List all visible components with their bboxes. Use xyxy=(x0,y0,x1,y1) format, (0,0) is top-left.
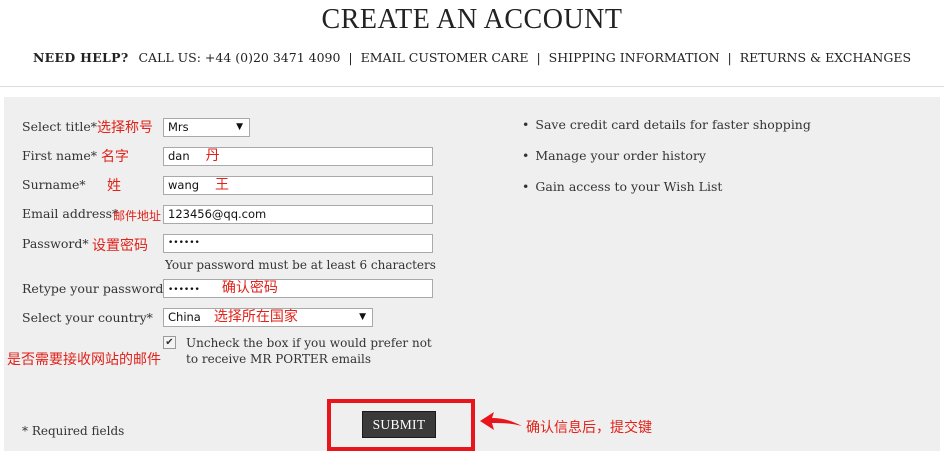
surname-inline-annotation: 王 xyxy=(215,177,230,193)
newsletter-annotation: 是否需要接收网站的邮件 xyxy=(7,352,161,368)
list-item: • Save credit card details for faster sho… xyxy=(522,117,811,132)
surname-input[interactable]: wang 王 xyxy=(163,176,433,195)
chevron-down-icon: ▼ xyxy=(236,122,243,132)
email-customer-care-link[interactable]: EMAIL CUSTOMER CARE xyxy=(361,50,529,65)
benefit-text: Save credit card details for faster shop… xyxy=(535,117,811,132)
chevron-down-icon: ▼ xyxy=(359,312,366,322)
list-item: • Manage your order history xyxy=(522,148,706,163)
separator: | xyxy=(727,50,732,65)
separator: | xyxy=(536,50,541,65)
list-item: • Gain access to your Wish List xyxy=(522,179,722,194)
email-input[interactable]: 123456@qq.com xyxy=(163,205,433,224)
submit-button[interactable]: SUBMIT xyxy=(362,411,436,438)
surname-value: wang xyxy=(168,178,200,192)
country-select[interactable]: China 选择所在国家 ▼ xyxy=(163,308,373,327)
required-fields-note: * Required fields xyxy=(22,424,125,438)
country-select-value: China xyxy=(168,310,201,324)
submit-annotation: 确认信息后，提交键 xyxy=(526,420,652,436)
retype-password-input[interactable]: •••••• 确认密码 xyxy=(163,279,433,298)
title-label: Select title* xyxy=(22,119,98,134)
arrow-left-icon xyxy=(480,412,522,430)
page-title: CREATE AN ACCOUNT xyxy=(321,4,623,35)
password-label: Password* xyxy=(22,236,89,251)
retype-inline-annotation: 确认密码 xyxy=(221,280,278,296)
retype-password-label: Retype your password* xyxy=(22,281,170,296)
surname-annotation: 姓 xyxy=(107,178,121,194)
returns-exchanges-link[interactable]: RETURNS & EXCHANGES xyxy=(740,50,911,65)
country-label: Select your country* xyxy=(22,310,153,325)
title-select[interactable]: Mrs ▼ xyxy=(163,118,250,137)
first-name-annotation: 名字 xyxy=(101,149,129,165)
benefit-text: Gain access to your Wish List xyxy=(535,179,723,194)
first-name-value: dan xyxy=(168,149,190,163)
newsletter-checkbox[interactable]: ✔ xyxy=(163,336,176,349)
surname-label: Surname* xyxy=(22,177,86,192)
password-annotation: 设置密码 xyxy=(92,238,148,254)
first-name-input[interactable]: dan 丹 xyxy=(163,147,433,166)
password-hint: Your password must be at least 6 charact… xyxy=(165,258,436,272)
retype-password-value: •••••• xyxy=(168,285,200,295)
help-bar: NEED HELP? CALL US: +44 (0)20 3471 4090 … xyxy=(0,50,944,65)
email-annotation: 邮件地址 xyxy=(113,209,162,223)
first-name-inline-annotation: 丹 xyxy=(205,148,220,164)
benefit-text: Manage your order history xyxy=(535,148,706,163)
bullet-icon: • xyxy=(522,148,530,163)
bullet-icon: • xyxy=(522,117,530,132)
bullet-icon: • xyxy=(522,179,530,194)
header-divider xyxy=(0,86,944,87)
password-input[interactable]: •••••• xyxy=(163,234,433,253)
call-us-text: CALL US: +44 (0)20 3471 4090 xyxy=(138,50,341,65)
separator: | xyxy=(348,50,353,65)
title-annotation: 选择称号 xyxy=(97,120,153,136)
newsletter-checkbox-label: Uncheck the box if you would prefer not … xyxy=(186,336,432,366)
form-panel xyxy=(4,97,940,451)
need-help-label: NEED HELP? xyxy=(32,50,129,65)
country-inline-annotation: 选择所在国家 xyxy=(213,309,298,325)
shipping-information-link[interactable]: SHIPPING INFORMATION xyxy=(549,50,720,65)
title-select-value: Mrs xyxy=(168,120,189,134)
first-name-label: First name* xyxy=(22,148,98,163)
email-label: Email address* xyxy=(22,206,119,221)
